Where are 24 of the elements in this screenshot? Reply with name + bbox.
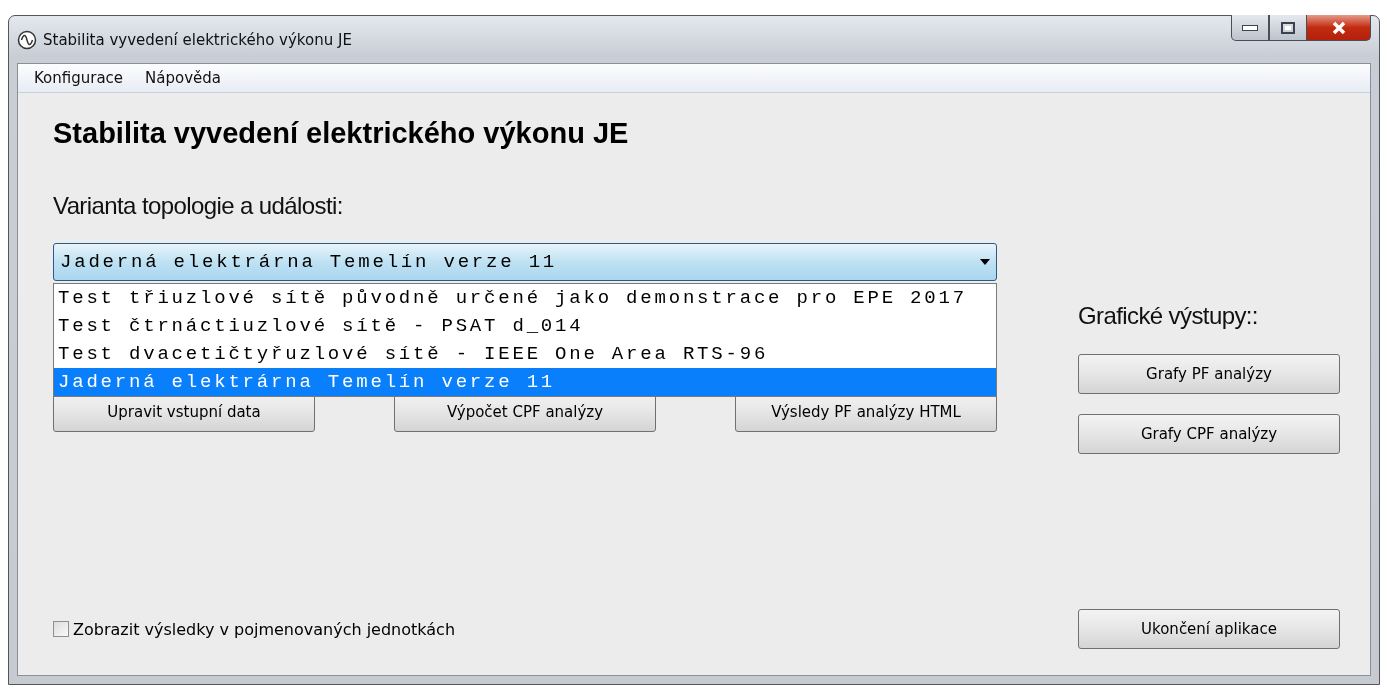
caret-icon (980, 259, 990, 265)
field-label: Varianta topologie a události: (53, 192, 343, 220)
maximize-icon (1281, 21, 1295, 34)
chart-button[interactable]: Grafy CPF analýzy (1078, 414, 1340, 454)
page-heading: Stabilita vyvedení elektrického výkonu JE (53, 117, 629, 150)
window-title: Stabilita vyvedení elektrického výkonu JE (43, 30, 352, 49)
menu-item[interactable]: Konfigurace (34, 69, 124, 87)
exit-button[interactable]: Ukončení aplikace (1078, 609, 1340, 649)
section-label: Grafické výstupy:: (1078, 302, 1258, 330)
variant-dropdown[interactable]: Jaderná elektrárna Temelín verze 11 (53, 243, 997, 281)
dropdown-option[interactable]: Jaderná elektrárna Temelín verze 11 (54, 368, 996, 396)
maximize-button[interactable] (1269, 15, 1307, 41)
minimize-icon (1242, 24, 1258, 31)
dropdown-option[interactable]: Test dvacetičtyřuzlové sítě - IEEE One Area RTS-96 (54, 340, 996, 368)
close-icon (1330, 20, 1347, 35)
close-button[interactable] (1307, 15, 1371, 41)
checkbox[interactable] (53, 621, 69, 637)
menu-item[interactable]: Nápověda (145, 69, 222, 87)
dropdown-option[interactable]: Test čtrnáctiuzlové sítě - PSAT d_014 (54, 312, 996, 340)
chart-button[interactable]: Grafy PF analýzy (1078, 354, 1340, 394)
sine-wave-icon (17, 29, 37, 50)
checkbox-label: Zobrazit výsledky v pojmenovaných jednotkách (73, 619, 456, 639)
minimize-button[interactable] (1231, 15, 1269, 41)
dropdown-option[interactable]: Test třiuzlové sítě původně určené jako demonstrace pro EPE 2017 (54, 284, 996, 312)
